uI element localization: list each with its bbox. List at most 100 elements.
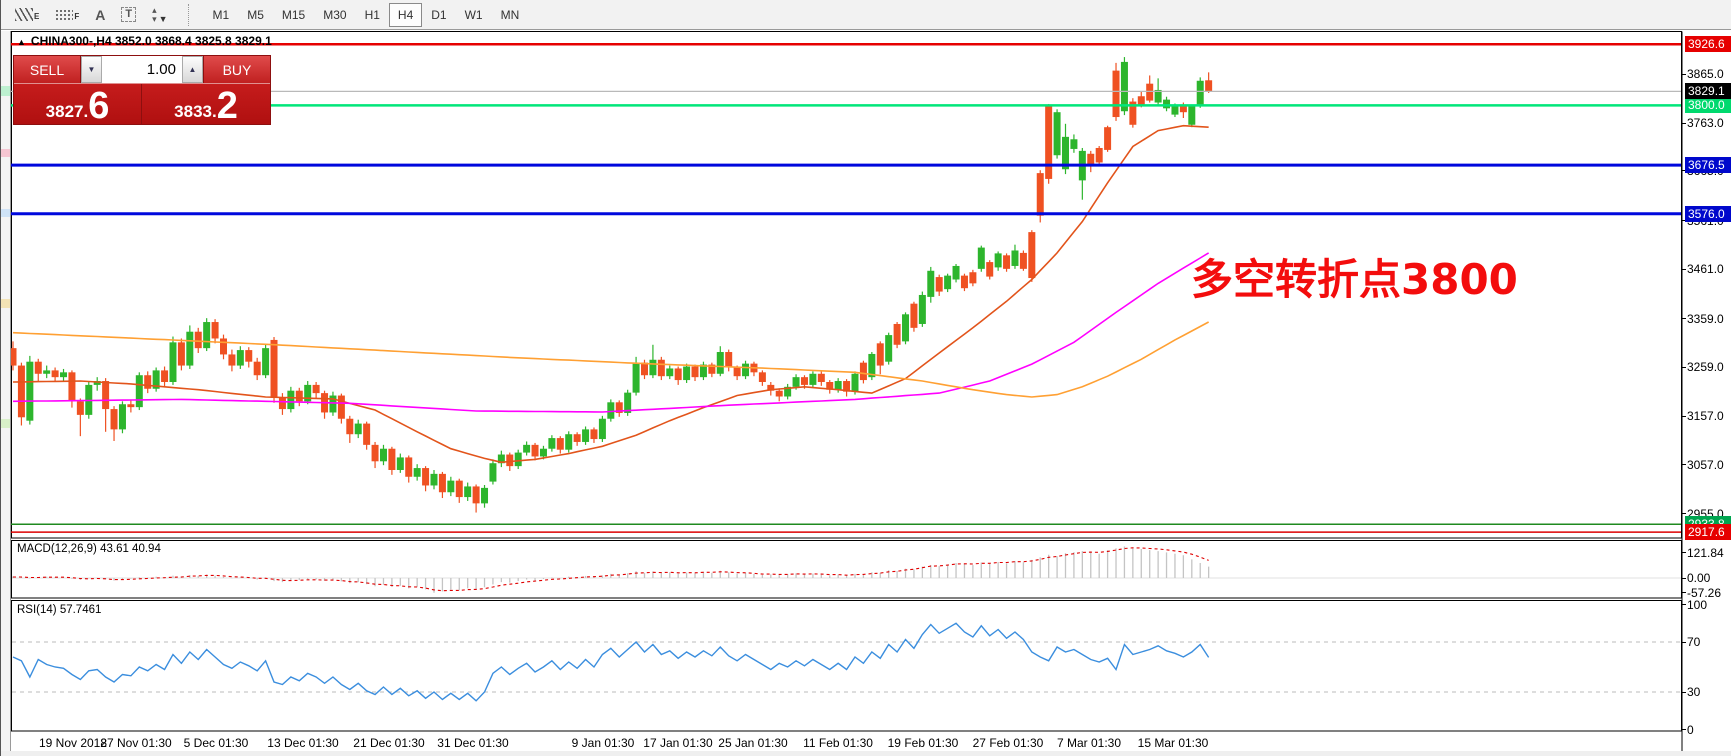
- buy-price[interactable]: 3833.2: [142, 84, 270, 125]
- candle-body: [380, 449, 387, 462]
- candle-body: [927, 271, 934, 297]
- candle-body: [742, 364, 749, 377]
- candle-body: [860, 363, 867, 380]
- candle-body: [414, 468, 421, 477]
- candle-body: [144, 375, 151, 389]
- left-panel-edge: [1, 31, 11, 756]
- candle-body: [885, 335, 892, 362]
- price-tick-3763.0: 3763.0: [1687, 116, 1731, 130]
- candle-body: [540, 449, 547, 457]
- candle-body: [944, 276, 951, 290]
- candle-body: [279, 398, 286, 409]
- candle-body: [422, 468, 429, 485]
- tick-mark: [1682, 367, 1686, 368]
- candle-body: [52, 370, 59, 377]
- candle-body: [60, 372, 67, 377]
- candle-body: [919, 295, 926, 324]
- candle-body: [1096, 148, 1103, 163]
- candle-body: [717, 352, 724, 374]
- rsi-label: RSI(14) 57.7461: [17, 604, 101, 616]
- candle-body: [1003, 255, 1010, 269]
- rsi-axis-100: 100: [1687, 598, 1731, 612]
- price-tick-3865.0: 3865.0: [1687, 67, 1731, 81]
- volume-increase-button[interactable]: ▲: [182, 56, 203, 83]
- candle-body: [338, 396, 345, 419]
- date-tick: 27 Nov 01:30: [100, 736, 171, 750]
- candle-body: [894, 324, 901, 345]
- candle-body: [1070, 139, 1077, 149]
- tick-mark: [1682, 552, 1686, 553]
- date-tick: 27 Feb 01:30: [973, 736, 1044, 750]
- sell-button[interactable]: SELL: [14, 56, 80, 83]
- candle-body: [666, 368, 673, 376]
- candle-body: [355, 424, 362, 435]
- candle-body: [961, 276, 968, 289]
- candle-body: [68, 372, 75, 401]
- candle-body: [372, 445, 379, 461]
- tick-mark: [1682, 269, 1686, 270]
- candle-body: [599, 419, 606, 439]
- candle-body: [1188, 106, 1195, 124]
- buy-button[interactable]: BUY: [204, 56, 270, 83]
- sell-price[interactable]: 3827.6: [14, 84, 142, 125]
- candle-body: [683, 367, 690, 381]
- chart-title: ▲CHINA300-,H4 3852.0 3868.4 3825.8 3829.…: [17, 34, 272, 48]
- macd-signal-line: [13, 548, 1209, 591]
- candle-body: [818, 374, 825, 382]
- date-tick: 17 Jan 01:30: [643, 736, 712, 750]
- volume-input[interactable]: [102, 56, 182, 83]
- candle-body: [296, 391, 303, 402]
- candle-body: [456, 481, 463, 497]
- tick-mark: [1682, 692, 1686, 693]
- candle-body: [489, 463, 496, 481]
- candle-body: [346, 419, 353, 434]
- date-tick: 21 Dec 01:30: [353, 736, 424, 750]
- date-tick: 9 Jan 01:30: [572, 736, 635, 750]
- candle-body: [397, 457, 404, 470]
- candle-body: [1020, 253, 1027, 269]
- price-tick-3461.0: 3461.0: [1687, 262, 1731, 276]
- candle-body: [692, 367, 699, 378]
- candle-body: [464, 486, 471, 497]
- level-badge-3676.5: 3676.5: [1685, 157, 1731, 173]
- candle-body: [405, 457, 412, 476]
- date-tick: 25 Jan 01:30: [718, 736, 787, 750]
- tick-mark: [1682, 74, 1686, 75]
- tick-mark: [1682, 513, 1686, 514]
- candle-body: [607, 402, 614, 418]
- tick-mark: [1682, 416, 1686, 417]
- strip-mark: [1, 419, 10, 428]
- candle-body: [26, 362, 33, 421]
- candle-body: [169, 342, 176, 382]
- date-tick: 13 Dec 01:30: [267, 736, 338, 750]
- candle-body: [447, 481, 454, 493]
- level-badge-3800.0: 3800.0: [1685, 97, 1731, 113]
- macd-axis-0.00: 0.00: [1687, 571, 1731, 585]
- candle-body: [1028, 232, 1035, 278]
- candle-body: [793, 377, 800, 387]
- candle-body: [633, 363, 640, 393]
- candle-body: [1037, 173, 1044, 216]
- candle-body: [439, 474, 446, 492]
- candle-body: [835, 381, 842, 390]
- chart-text-annotation[interactable]: 多空转折点3800: [1191, 246, 1518, 307]
- level-badge-3926.6: 3926.6: [1685, 36, 1731, 52]
- candle-body: [237, 350, 244, 365]
- rsi-axis-30: 30: [1687, 685, 1731, 699]
- candle-body: [473, 486, 480, 503]
- candle-body: [565, 434, 572, 449]
- candle-body: [186, 332, 193, 366]
- date-tick: 11 Feb 01:30: [803, 736, 873, 750]
- candle-body: [557, 438, 564, 450]
- date-tick: 19 Feb 01:30: [888, 736, 959, 750]
- macd-axis-121.84: 121.84: [1687, 546, 1731, 560]
- volume-decrease-button[interactable]: ▼: [81, 56, 102, 83]
- candle-body: [1197, 81, 1204, 106]
- tick-mark: [1682, 578, 1686, 579]
- candle-body: [877, 343, 884, 365]
- tick-mark: [1682, 318, 1686, 319]
- strip-mark: [1, 149, 10, 157]
- candle-body: [195, 332, 202, 348]
- candle-body: [203, 322, 210, 348]
- candle-body: [809, 374, 816, 385]
